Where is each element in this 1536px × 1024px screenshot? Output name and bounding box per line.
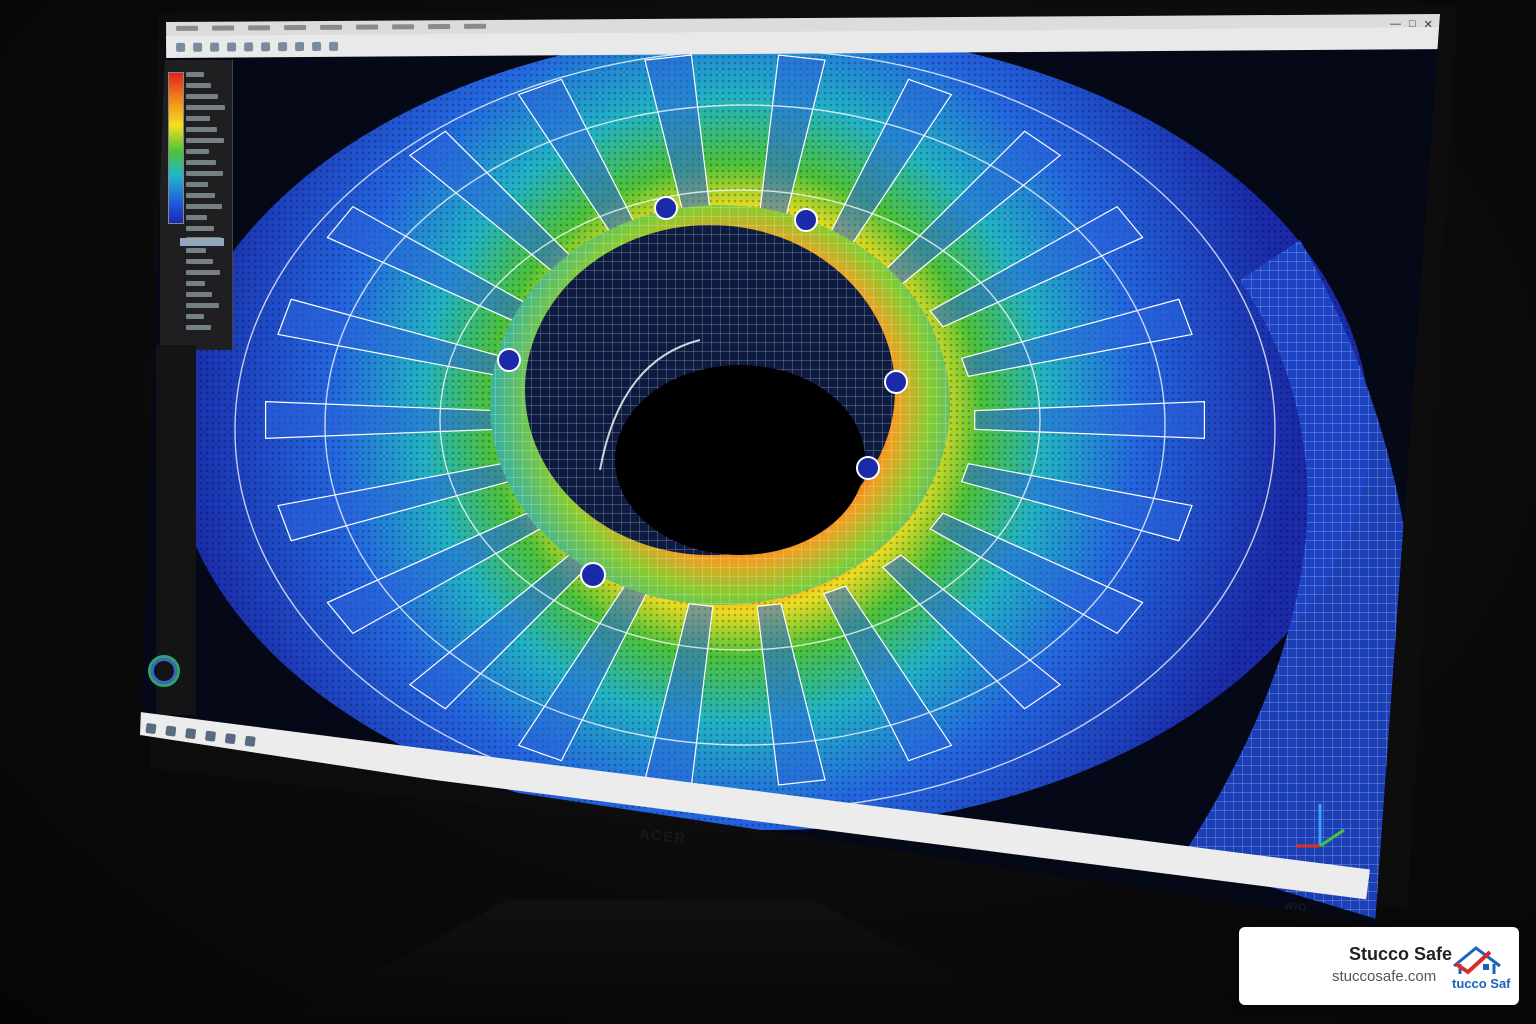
panel-row[interactable] [186,237,221,242]
panel-row[interactable] [186,314,204,319]
taskbar-app-icon[interactable] [244,735,256,747]
panel-row[interactable] [186,127,217,132]
menu-item[interactable] [464,23,487,29]
start-icon[interactable] [145,722,157,735]
axis-triad-icon [1296,804,1345,848]
panel-row[interactable] [186,94,218,99]
menu-item[interactable] [392,23,415,29]
panel-row[interactable] [186,138,224,143]
panel-row[interactable] [186,226,214,231]
taskbar-app-icon[interactable] [185,728,197,740]
panel-row[interactable] [186,83,211,88]
stress-color-bar [168,72,184,224]
panel-row[interactable] [186,116,210,121]
panel-row[interactable] [186,270,220,275]
monitor-brand: ACER [639,825,688,847]
panel-row[interactable] [186,72,204,77]
menu-item[interactable] [320,24,343,30]
toolbar-icon[interactable] [193,42,203,52]
toolbar-icon[interactable] [329,41,339,51]
panel-row[interactable] [186,325,211,330]
toolbar-icon[interactable] [176,42,186,52]
panel-row[interactable] [186,171,223,176]
taskbar-app-icon[interactable] [224,733,236,745]
panel-row[interactable] [186,204,222,209]
panel-row[interactable] [186,193,215,198]
window-controls: — □ ✕ [1390,18,1433,31]
close-icon[interactable]: ✕ [1424,18,1433,31]
toolbar-icon[interactable] [312,41,322,51]
menu-item[interactable] [356,24,379,30]
taskbar-app-icon[interactable] [165,725,177,737]
toolbar-icon[interactable] [227,42,237,52]
orbit-navigator-icon[interactable] [148,655,180,687]
watermark-url: stuccosafe.com [1332,968,1437,985]
panel-row[interactable] [186,303,219,308]
monitor-stand [280,900,1040,1024]
menu-item[interactable] [248,24,271,30]
menu-item[interactable] [284,24,307,30]
minimize-icon[interactable]: — [1390,18,1401,31]
panel-row[interactable] [186,292,212,297]
maximize-icon[interactable]: □ [1409,18,1416,31]
menu-item[interactable] [428,23,451,29]
watermark-name: Stucco Safe [1349,944,1453,964]
panel-row[interactable] [186,259,213,264]
toolbar-icon[interactable] [261,41,271,51]
panel-row[interactable] [186,182,208,187]
menu-item[interactable] [176,25,199,31]
panel-row[interactable] [186,105,225,110]
panel-row[interactable] [186,248,206,253]
toolbar-icon[interactable] [210,42,220,52]
toolbar-icon[interactable] [244,41,254,51]
monitor: ACER — □ ✕ WIO [0,0,1536,1024]
taskbar-app-icon[interactable] [204,730,217,742]
panel-row[interactable] [186,215,207,220]
panel-row[interactable] [186,281,205,286]
watermark-logo-text: tucco Saf [1452,976,1511,991]
panel-row[interactable] [186,149,209,154]
toolbar-icon[interactable] [278,41,288,51]
status-text: WIO [1283,900,1308,915]
hub-bore [615,365,865,555]
toolbar-icon[interactable] [295,41,305,51]
panel-row[interactable] [186,160,216,165]
menu-item[interactable] [212,25,235,31]
screen: — □ ✕ WIO [140,14,1440,924]
